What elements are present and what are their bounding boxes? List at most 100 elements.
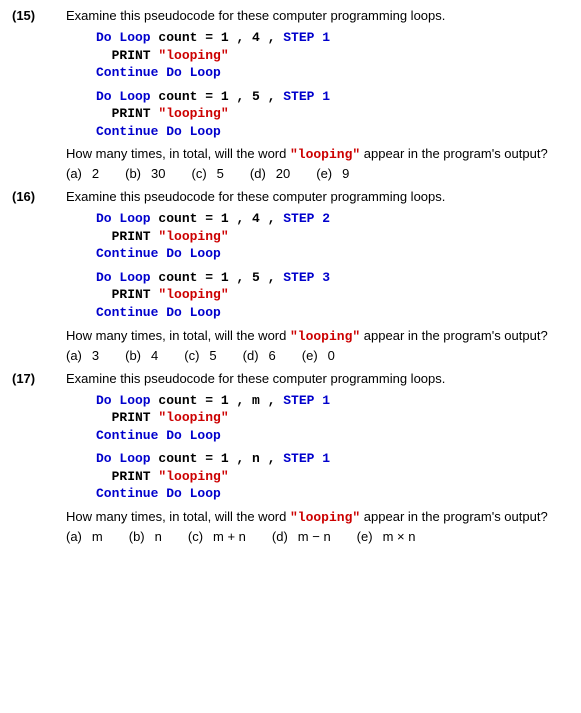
code-keyword: STEP 1 bbox=[283, 30, 330, 45]
followup-code: "looping" bbox=[290, 510, 360, 525]
code-block-2: Do Loop count = 1 , 5 , STEP 1 PRINT "lo… bbox=[96, 88, 569, 141]
question-header: (17) Examine this pseudocode for these c… bbox=[12, 371, 569, 386]
option-d: (d)6 bbox=[243, 348, 276, 363]
code-text: PRINT bbox=[96, 410, 158, 425]
answer-options: (a) 2 (b)30 (c) 5 (d) 20 (e) 9 bbox=[66, 166, 569, 181]
code-string: "looping" bbox=[158, 469, 228, 484]
code-keyword: Continue Do Loop bbox=[96, 486, 221, 501]
option-a: (a)m bbox=[66, 529, 103, 544]
code-text: PRINT bbox=[96, 48, 158, 63]
code-keyword: Do Loop bbox=[96, 270, 151, 285]
code-keyword: Do Loop bbox=[96, 451, 151, 466]
option-b: (b)n bbox=[129, 529, 162, 544]
question-header: (15) Examine this pseudocode for these c… bbox=[12, 8, 569, 23]
code-keyword: Do Loop bbox=[96, 30, 151, 45]
option-label: (e) bbox=[357, 529, 373, 544]
question-header: (16) Examine this pseudocode for these c… bbox=[12, 189, 569, 204]
option-value: m × n bbox=[383, 529, 416, 544]
option-label: (a) bbox=[66, 348, 82, 363]
option-e: (e) m × n bbox=[357, 529, 416, 544]
code-text: count = 1 , 5 , bbox=[151, 89, 284, 104]
option-value: 5 bbox=[209, 348, 216, 363]
code-keyword: STEP 1 bbox=[283, 89, 330, 104]
code-keyword: Continue Do Loop bbox=[96, 124, 221, 139]
option-label: (a) bbox=[66, 529, 82, 544]
option-value: 2 bbox=[92, 166, 99, 181]
question-number: (16) bbox=[12, 189, 66, 204]
code-string: "looping" bbox=[158, 106, 228, 121]
option-value: 5 bbox=[217, 166, 224, 181]
option-label: (e) bbox=[302, 348, 318, 363]
option-value: 9 bbox=[342, 166, 349, 181]
question-followup: How many times, in total, will the word … bbox=[66, 509, 569, 525]
option-b: (b)30 bbox=[125, 166, 165, 181]
code-keyword: STEP 2 bbox=[283, 211, 330, 226]
option-d: (d)m − n bbox=[272, 529, 331, 544]
option-label: (b) bbox=[125, 348, 141, 363]
option-label: (e) bbox=[316, 166, 332, 181]
option-value: 4 bbox=[151, 348, 158, 363]
option-value: 3 bbox=[92, 348, 99, 363]
code-keyword: STEP 3 bbox=[283, 270, 330, 285]
option-label: (c) bbox=[184, 348, 199, 363]
option-a: (a) 3 bbox=[66, 348, 99, 363]
code-keyword: Do Loop bbox=[96, 89, 151, 104]
code-keyword: Do Loop bbox=[96, 393, 151, 408]
option-label: (a) bbox=[66, 166, 82, 181]
code-text: count = 1 , m , bbox=[151, 393, 284, 408]
question-prompt: Examine this pseudocode for these comput… bbox=[66, 8, 569, 23]
code-keyword: Do Loop bbox=[96, 211, 151, 226]
answer-options: (a)m (b)n (c) m + n (d)m − n (e) m × n bbox=[66, 529, 569, 544]
code-keyword: Continue Do Loop bbox=[96, 428, 221, 443]
question-15: (15) Examine this pseudocode for these c… bbox=[12, 8, 569, 181]
question-17: (17) Examine this pseudocode for these c… bbox=[12, 371, 569, 544]
question-prompt: Examine this pseudocode for these comput… bbox=[66, 189, 569, 204]
option-label: (d) bbox=[243, 348, 259, 363]
code-block-2: Do Loop count = 1 , 5 , STEP 3 PRINT "lo… bbox=[96, 269, 569, 322]
code-keyword: Continue Do Loop bbox=[96, 246, 221, 261]
code-block-1: Do Loop count = 1 , m , STEP 1 PRINT "lo… bbox=[96, 392, 569, 445]
code-string: "looping" bbox=[158, 410, 228, 425]
option-e: (e)0 bbox=[302, 348, 335, 363]
code-string: "looping" bbox=[158, 229, 228, 244]
code-text: PRINT bbox=[96, 106, 158, 121]
code-string: "looping" bbox=[158, 287, 228, 302]
code-text: count = 1 , 4 , bbox=[151, 30, 284, 45]
code-text: count = 1 , 4 , bbox=[151, 211, 284, 226]
code-keyword: STEP 1 bbox=[283, 451, 330, 466]
option-d: (d) 20 bbox=[250, 166, 290, 181]
question-16: (16) Examine this pseudocode for these c… bbox=[12, 189, 569, 362]
code-text: count = 1 , n , bbox=[151, 451, 284, 466]
option-label: (c) bbox=[188, 529, 203, 544]
code-text: PRINT bbox=[96, 469, 158, 484]
followup-text: appear in the program's output? bbox=[360, 328, 548, 343]
option-b: (b) 4 bbox=[125, 348, 158, 363]
code-keyword: STEP 1 bbox=[283, 393, 330, 408]
code-string: "looping" bbox=[158, 48, 228, 63]
option-value: m − n bbox=[298, 529, 331, 544]
followup-text: appear in the program's output? bbox=[360, 146, 548, 161]
option-value: m + n bbox=[213, 529, 246, 544]
code-keyword: Continue Do Loop bbox=[96, 65, 221, 80]
option-value: 20 bbox=[276, 166, 290, 181]
code-block-1: Do Loop count = 1 , 4 , STEP 1 PRINT "lo… bbox=[96, 29, 569, 82]
option-c: (c) m + n bbox=[188, 529, 246, 544]
option-value: 30 bbox=[151, 166, 165, 181]
code-block-1: Do Loop count = 1 , 4 , STEP 2 PRINT "lo… bbox=[96, 210, 569, 263]
option-value: n bbox=[155, 529, 162, 544]
question-prompt: Examine this pseudocode for these comput… bbox=[66, 371, 569, 386]
option-label: (d) bbox=[250, 166, 266, 181]
option-c: (c) 5 bbox=[191, 166, 223, 181]
answer-options: (a) 3 (b) 4 (c) 5 (d)6 (e)0 bbox=[66, 348, 569, 363]
question-number: (15) bbox=[12, 8, 66, 23]
code-text: count = 1 , 5 , bbox=[151, 270, 284, 285]
option-label: (c) bbox=[191, 166, 206, 181]
followup-text: appear in the program's output? bbox=[360, 509, 548, 524]
question-number: (17) bbox=[12, 371, 66, 386]
code-text: PRINT bbox=[96, 287, 158, 302]
code-keyword: Continue Do Loop bbox=[96, 305, 221, 320]
code-block-2: Do Loop count = 1 , n , STEP 1 PRINT "lo… bbox=[96, 450, 569, 503]
followup-code: "looping" bbox=[290, 147, 360, 162]
followup-text: How many times, in total, will the word bbox=[66, 509, 290, 524]
question-followup: How many times, in total, will the word … bbox=[66, 328, 569, 344]
